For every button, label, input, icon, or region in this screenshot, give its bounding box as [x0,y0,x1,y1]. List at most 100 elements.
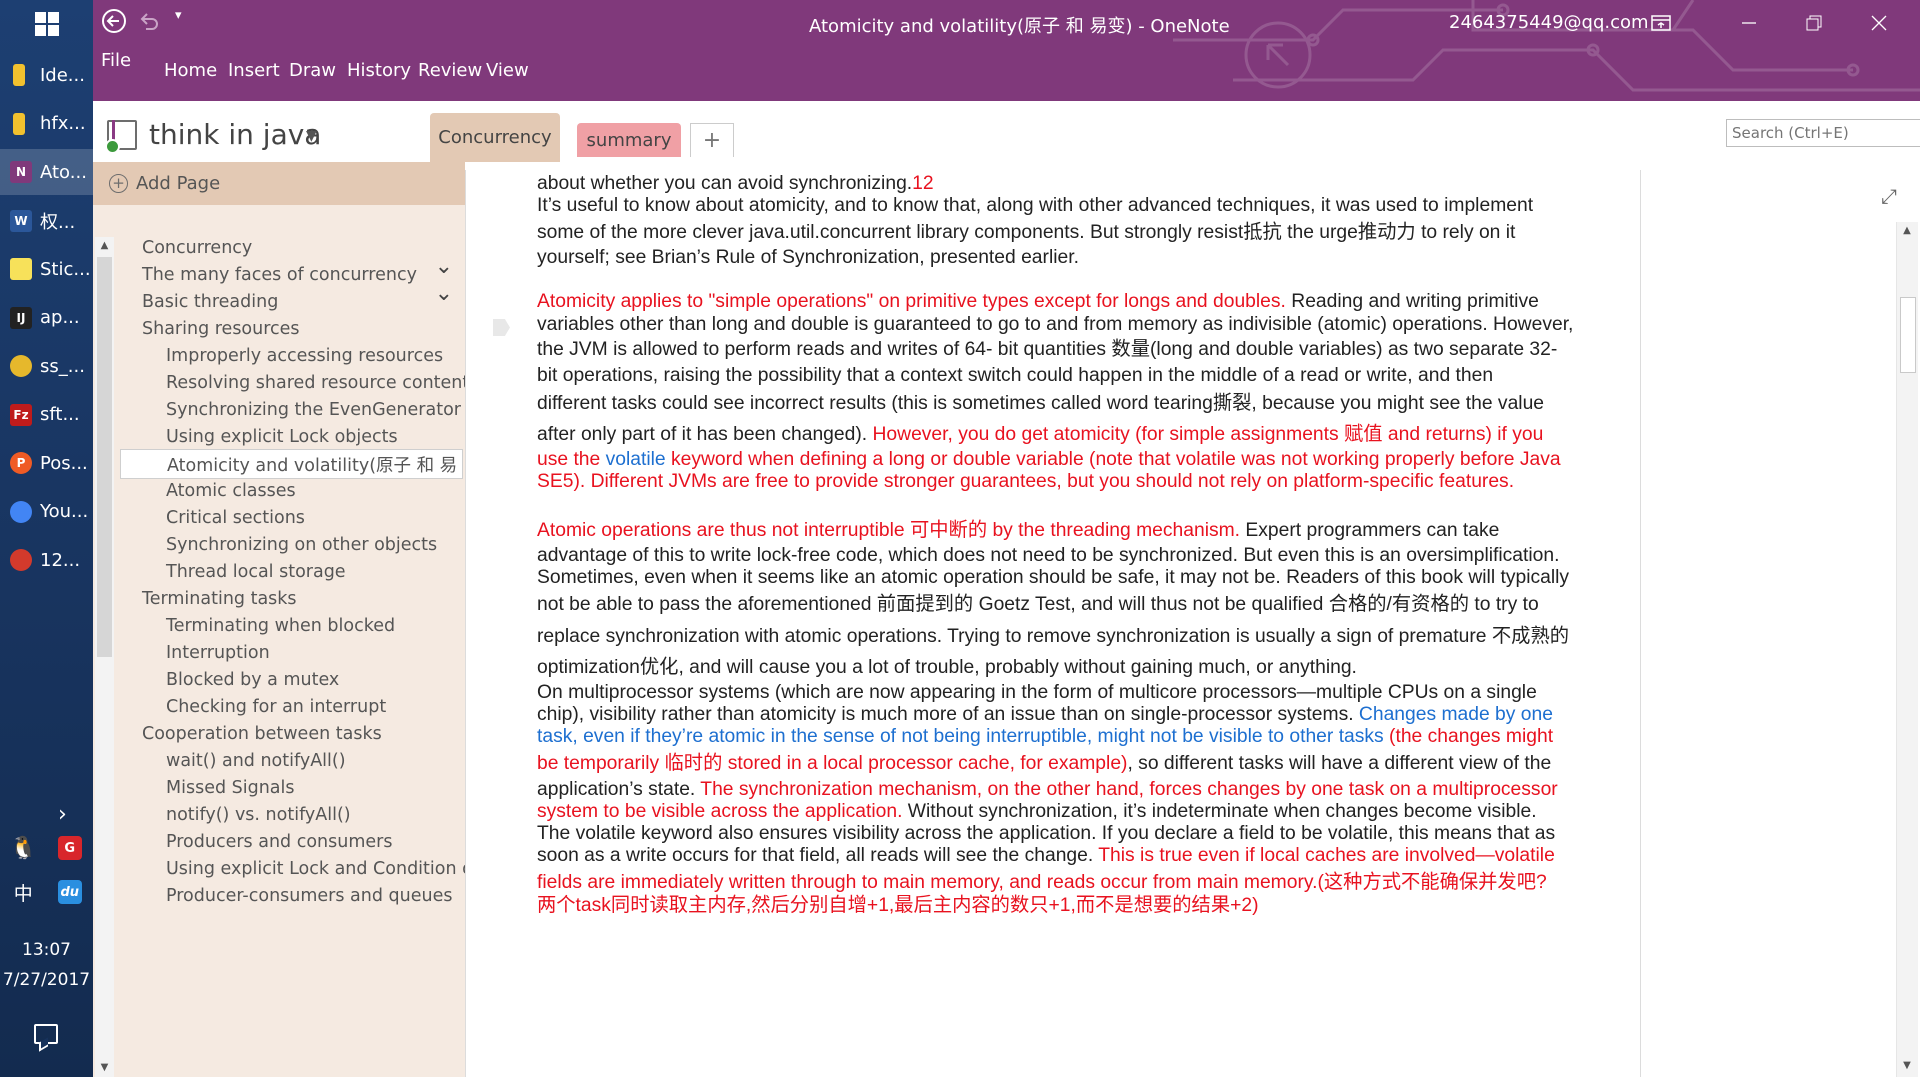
page-item[interactable]: The many faces of concurrency ⌄ [122,260,465,290]
minimize-icon[interactable] [1726,6,1772,40]
page-list-scrollbar[interactable]: ▲ ▼ [95,237,114,1077]
page-item-label: Missed Signals [166,778,295,798]
menu-view[interactable]: View [486,60,529,81]
ribbon-display-options-icon[interactable] [1638,6,1684,40]
taskbar-app[interactable]: P Pos... [0,440,93,486]
note-line: 两个task同时读取主内存,然后分别自增+1,最后主内容的数只+1,而不是想要的… [537,892,1637,919]
taskbar-app[interactable]: ss_... [0,343,93,389]
page-item[interactable]: Using explicit Lock and Condition o [122,854,465,884]
start-button[interactable] [0,0,93,48]
page-list-pane: + Add Page ▲ ▼ Concurrency The many faces… [93,162,465,1077]
page-item[interactable]: Basic threading ⌄ [122,287,465,317]
taskbar-app-label: 权... [40,211,76,233]
note-scroll-down-arrow-icon[interactable]: ▼ [1897,1060,1917,1071]
clock-time[interactable]: 13:07 [0,940,93,960]
taskbar-app[interactable]: N Ato... [0,149,93,195]
collapse-chevron-icon[interactable]: ⌄ [435,260,453,279]
menu-review[interactable]: Review [418,60,482,81]
scroll-down-arrow-icon[interactable]: ▼ [95,1062,114,1073]
page-item[interactable]: Using explicit Lock objects [122,422,465,452]
page-item[interactable]: Terminating when blocked [122,611,465,641]
page-item[interactable]: Checking for an interrupt [122,692,465,722]
page-item[interactable]: Thread local storage [122,557,465,587]
taskbar-app[interactable]: Stic... [0,246,93,292]
account-name[interactable]: 2464375449@qq.com [1449,12,1649,33]
baidu-input-icon[interactable]: du [57,880,82,904]
add-page-button[interactable]: + Add Page [109,173,220,194]
tab-summary[interactable]: summary [577,123,681,157]
add-section-button[interactable]: + [690,123,734,157]
taskbar-app[interactable]: Fz sft... [0,392,93,438]
page-item[interactable]: Terminating tasks [122,584,465,614]
text-run: advantage of this to write lock-free cod… [537,545,1560,566]
page-item-label: Improperly accessing resources [166,346,444,366]
taskbar-app[interactable]: hfx... [0,101,93,147]
clock-date[interactable]: 7/27/2017 [0,970,93,990]
close-icon[interactable] [1856,6,1902,40]
windows-logo-icon [34,12,59,36]
qq-icon[interactable]: 🐧 [10,836,37,861]
menu-history[interactable]: History [347,60,411,81]
menu-home[interactable]: Home [164,60,217,81]
note-scroll-up-arrow-icon[interactable]: ▲ [1897,225,1917,236]
menu-file[interactable]: File [101,50,131,71]
page-item[interactable]: Producers and consumers [122,827,465,857]
page-item[interactable]: Improperly accessing resources [122,341,465,371]
note-scroll-thumb[interactable] [1900,297,1916,373]
ime-indicator[interactable]: 中 [11,880,35,905]
page-item[interactable]: Synchronizing on other objects [122,530,465,560]
page-item[interactable]: notify() vs. notifyAll() [122,800,465,830]
note-scrollbar[interactable]: ▲ ▼ [1896,222,1918,1077]
folder-icon [13,64,25,86]
taskbar-app[interactable]: IJ ap... [0,295,93,341]
page-item-label: Resolving shared resource contenti [166,373,465,393]
undo-icon[interactable] [137,9,161,39]
menu-draw[interactable]: Draw [289,60,336,81]
text-run: This is true even if local caches are in… [1098,845,1555,866]
page-item[interactable]: Concurrency [122,233,465,263]
taskbar-app-label: ss_... [40,355,85,377]
notebook-name[interactable]: think in java [149,118,321,151]
page-item[interactable]: Interruption [122,638,465,668]
action-center-icon[interactable] [34,1024,58,1044]
show-hidden-icons-chevron-icon[interactable]: › [58,802,67,827]
taskbar-app[interactable]: W 权... [0,198,93,244]
page-item[interactable]: Atomic classes [122,476,465,506]
page-item[interactable]: Producer-consumers and queues [122,881,465,911]
text-run: chip), visibility rather than atomicity … [537,704,1359,725]
page-item[interactable]: Missed Signals [122,773,465,803]
back-icon[interactable] [101,8,127,40]
page-item[interactable]: Sharing resources [122,314,465,344]
notebook-dropdown-icon[interactable]: ▼ [306,128,317,144]
customize-quick-access-icon[interactable]: ▾ [175,8,182,23]
netease-music-icon[interactable]: G [57,836,82,860]
restore-icon[interactable] [1791,6,1837,40]
chrome-icon [10,500,32,523]
taskbar-app[interactable]: You... [0,489,93,535]
search-input[interactable] [1727,120,1920,146]
page-item[interactable]: Atomicity and volatility(原子 和 易 [120,449,463,479]
page-item[interactable]: Critical sections [122,503,465,533]
taskbar-app[interactable]: Ide... [0,52,93,98]
taskbar-app[interactable]: 12... [0,537,93,583]
menu-insert[interactable]: Insert [228,60,280,81]
text-run: Expert programmers can take [1240,520,1500,541]
page-item[interactable]: Resolving shared resource contenti [122,368,465,398]
full-page-view-icon[interactable]: ⤢ [1881,184,1897,208]
scroll-up-arrow-icon[interactable]: ▲ [95,240,114,251]
collapse-chevron-icon[interactable]: ⌄ [435,287,453,306]
filezilla-icon: Fz [10,403,32,426]
text-run: Atomicity applies to "simple operations"… [537,291,1286,312]
tab-concurrency[interactable]: Concurrency [430,113,560,162]
page-item[interactable]: Synchronizing the EvenGenerator [122,395,465,425]
page-list-scroll-thumb[interactable] [97,257,112,657]
page-item[interactable]: Cooperation between tasks [122,719,465,749]
onenote-icon: N [10,161,32,183]
search-box[interactable]: ▼ [1726,119,1920,147]
page-item-label: Thread local storage [166,562,346,582]
page-item[interactable]: Blocked by a mutex [122,665,465,695]
note-line: Sometimes, even when it seems like an at… [537,564,1637,591]
text-run: 两个task同时读取主内存,然后分别自增+1,最后主内容的数只+1,而不是想要的… [537,895,1259,916]
page-item[interactable]: wait() and notifyAll() [122,746,465,776]
text-run: On multiprocessor systems (which are now… [537,682,1537,703]
